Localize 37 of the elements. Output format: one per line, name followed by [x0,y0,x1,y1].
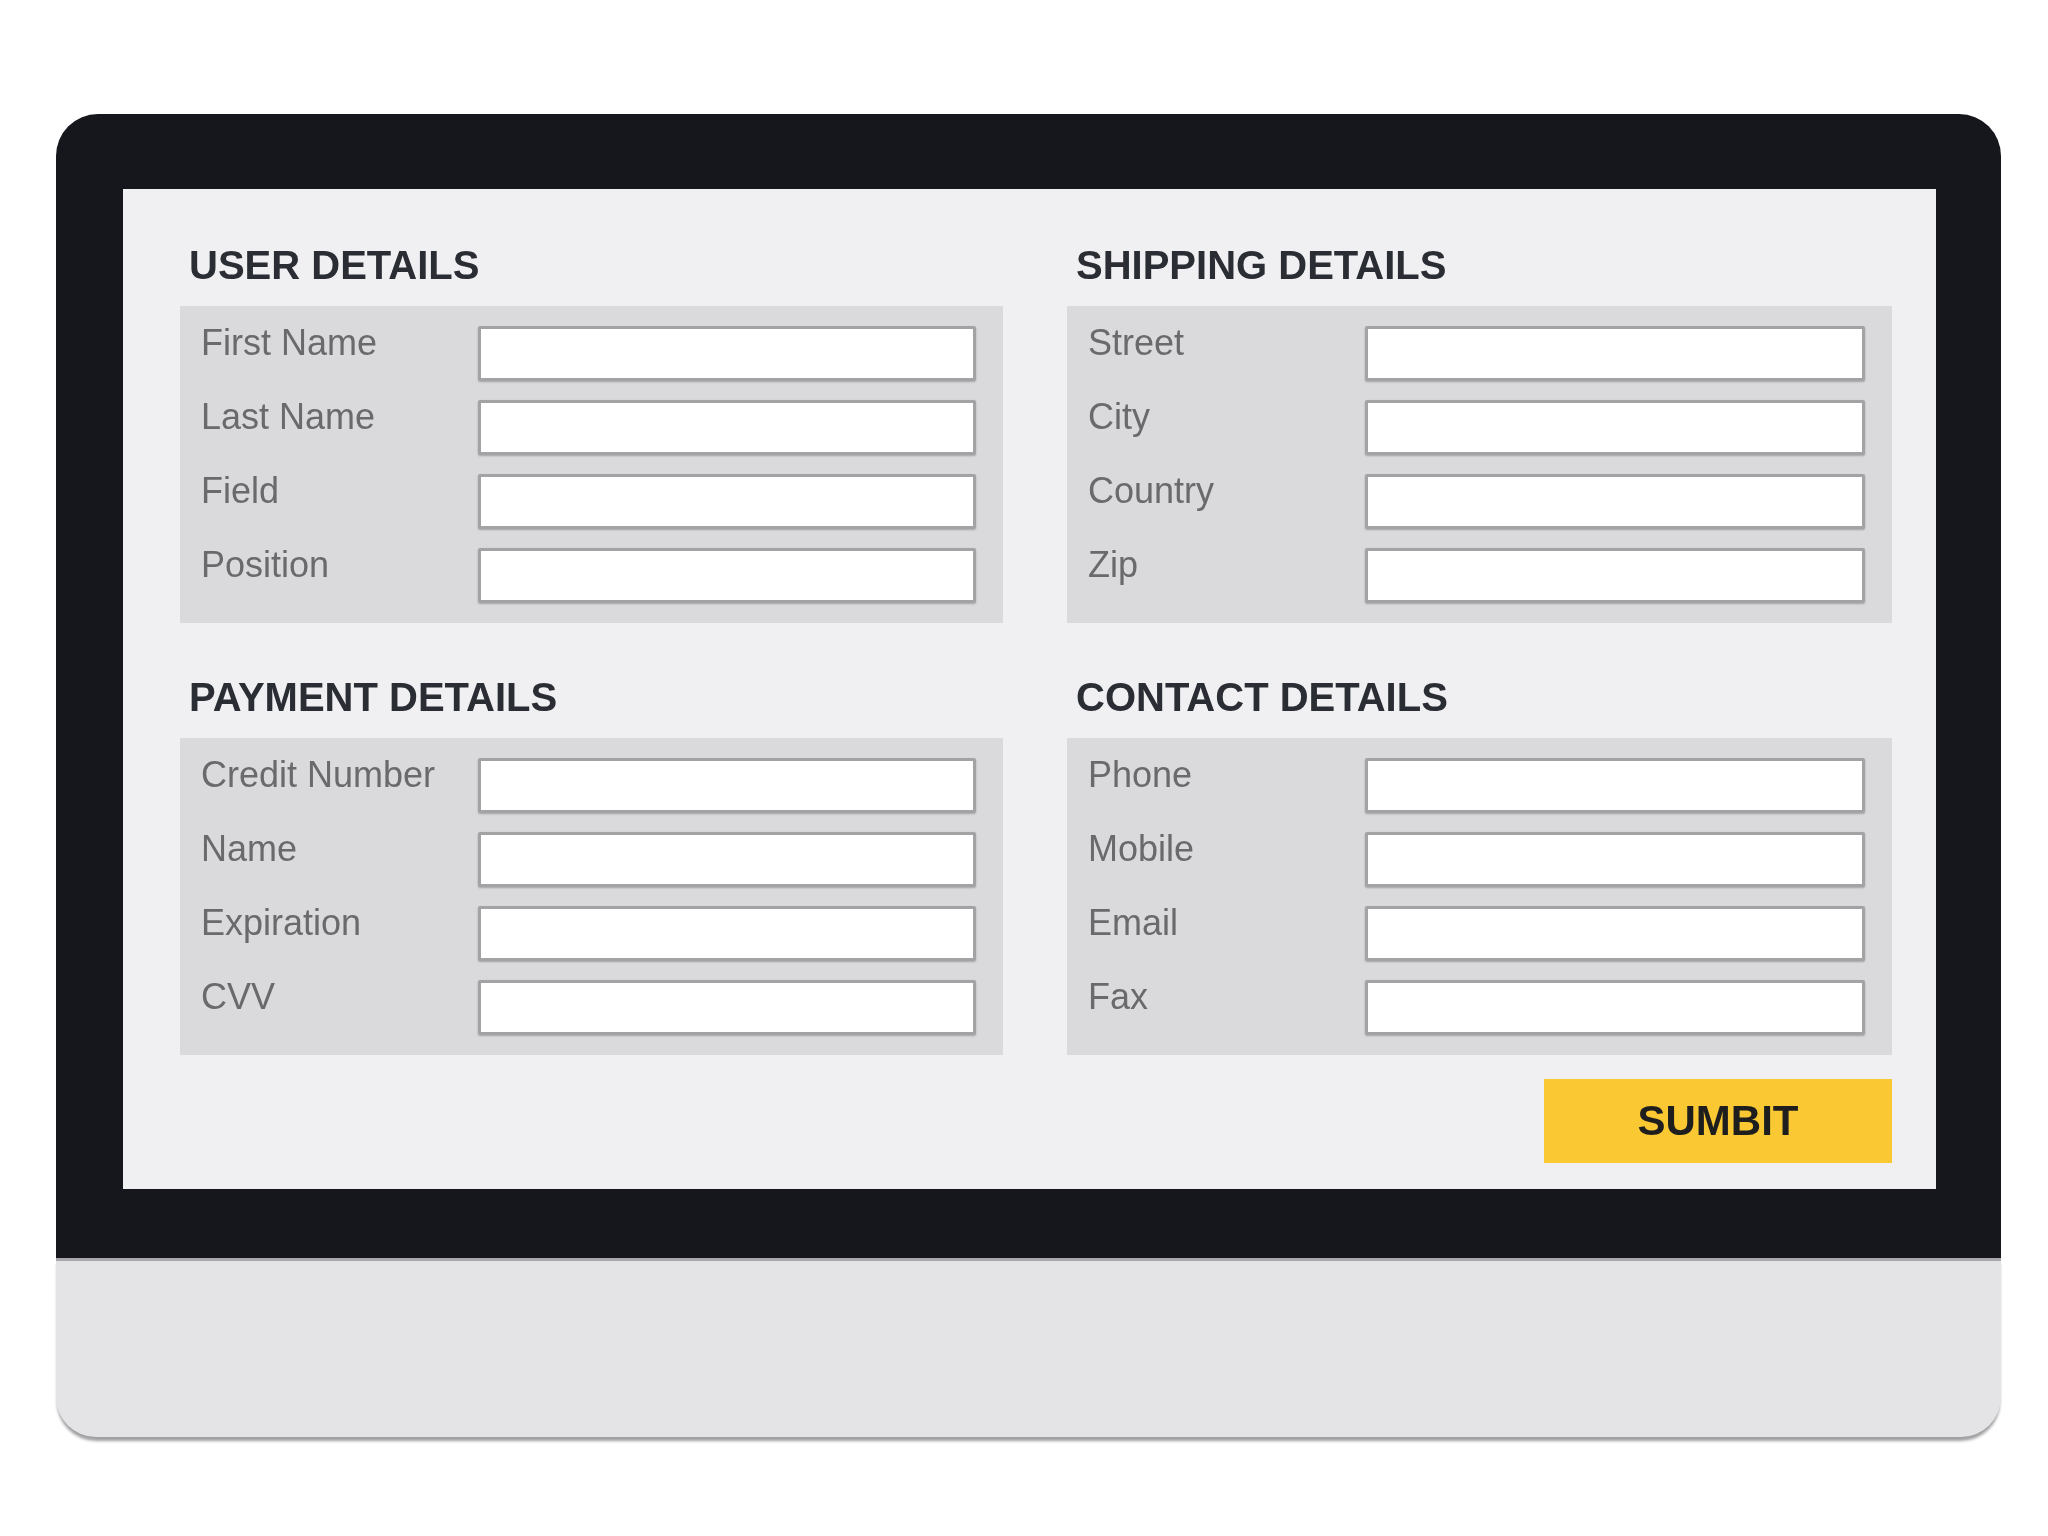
input-field[interactable] [478,980,976,1035]
field-label: Expiration [201,903,363,943]
field-label: Credit Number [201,755,437,795]
input-field[interactable] [478,906,976,961]
section-heading: USER DETAILS [189,242,481,289]
field-label: Phone [1088,755,1194,795]
field-label: Zip [1088,545,1139,585]
input-field[interactable] [1365,548,1865,603]
field-label: Position [201,545,331,585]
submit-button[interactable]: SUMBIT [1544,1079,1892,1163]
field-label: CVV [201,977,277,1017]
field-label: Street [1088,323,1186,363]
input-field[interactable] [478,832,976,887]
field-label: Fax [1088,977,1149,1017]
field-label: First Name [201,323,378,363]
input-field[interactable] [1365,906,1865,961]
input-field[interactable] [478,400,976,455]
section-heading: SHIPPING DETAILS [1076,242,1448,289]
field-label: Field [201,471,281,511]
input-field[interactable] [1365,758,1865,813]
input-field[interactable] [1365,400,1865,455]
input-field[interactable] [1365,832,1865,887]
field-label: Name [201,829,299,869]
input-field[interactable] [478,326,976,381]
field-label: Email [1088,903,1180,943]
input-field[interactable] [478,548,976,603]
field-label: Mobile [1088,829,1196,869]
section-heading: PAYMENT DETAILS [189,674,559,721]
input-field[interactable] [1365,474,1865,529]
input-field[interactable] [478,474,976,529]
input-field[interactable] [1365,326,1865,381]
section-heading: CONTACT DETAILS [1076,674,1449,721]
input-field[interactable] [478,758,976,813]
field-label: City [1088,397,1151,437]
field-label: Last Name [201,397,377,437]
input-field[interactable] [1365,980,1865,1035]
field-label: Country [1088,471,1216,511]
